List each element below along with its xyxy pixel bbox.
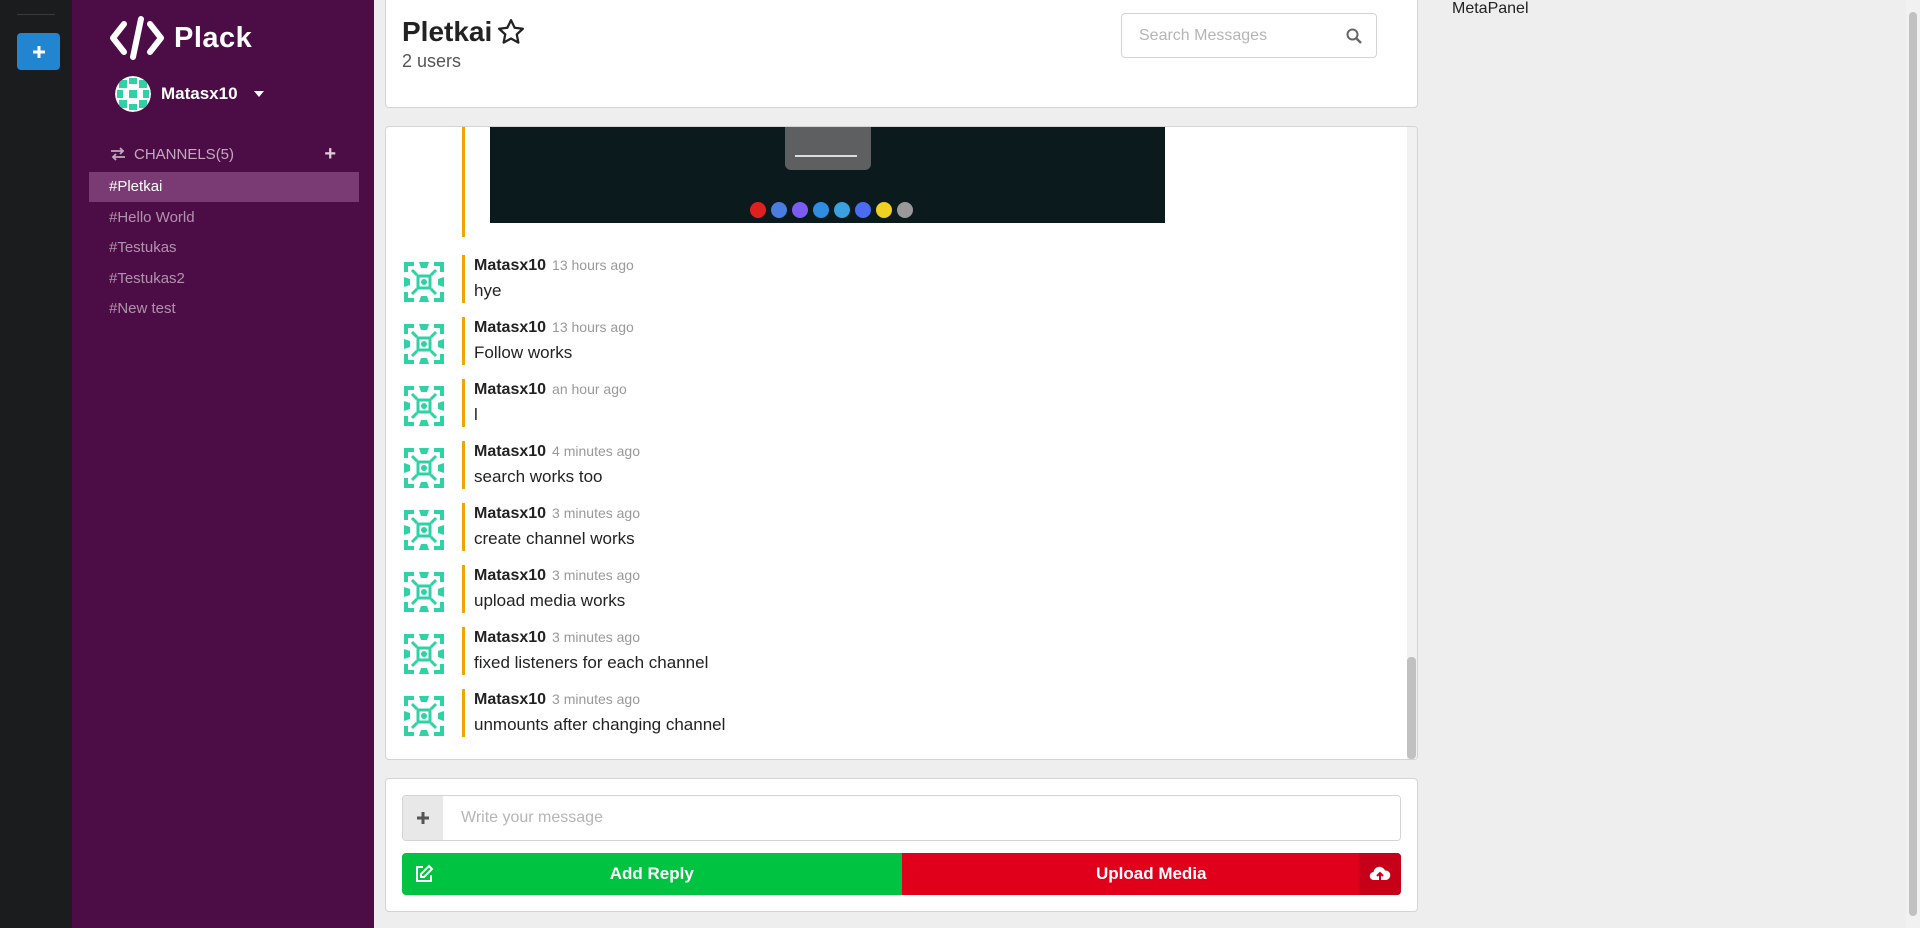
brand: Plack <box>110 16 252 60</box>
message-text: upload media works <box>474 591 626 610</box>
channel-item-hello-world[interactable]: #Hello World <box>89 203 359 233</box>
message-time: 3 minutes ago <box>552 629 640 645</box>
channel-title: Pletkai <box>402 16 493 47</box>
message-text: search works too <box>474 467 603 486</box>
page-scrollbar-thumb[interactable] <box>1909 12 1917 916</box>
message-time: 3 minutes ago <box>552 691 640 707</box>
message-item: Matasx10 3 minutes ago create channel wor… <box>402 503 1362 553</box>
app-name: Plack <box>174 21 253 54</box>
message-time: 13 hours ago <box>552 257 634 273</box>
add-reply-label: Add Reply <box>609 864 694 883</box>
channel-list: #Pletkai #Hello World #Testukas #Testuka… <box>89 172 359 325</box>
message-input[interactable] <box>443 796 1400 840</box>
add-color-button[interactable] <box>17 33 60 70</box>
message-time: 13 hours ago <box>552 319 634 335</box>
message-author: Matasx10 <box>474 505 547 522</box>
message-text: fixed listeners for each channel <box>474 653 709 672</box>
message-avatar <box>402 570 446 614</box>
search-input[interactable] <box>1139 26 1346 45</box>
search-icon[interactable] <box>1346 28 1362 44</box>
message-text: hye <box>474 281 502 300</box>
message-avatar <box>402 632 446 676</box>
message-text: unmounts after changing channel <box>474 715 726 734</box>
screenshot-dock <box>750 202 913 218</box>
add-reply-button[interactable]: Add Reply <box>402 853 902 895</box>
edit-icon <box>416 864 434 882</box>
message-avatar <box>402 322 446 366</box>
add-channel-icon[interactable]: + <box>324 144 336 164</box>
message-author: Matasx10 <box>474 567 547 584</box>
user-dropdown[interactable]: Matasx10 <box>115 76 264 112</box>
message-author: Matasx10 <box>474 381 547 398</box>
channel-item-testukas2[interactable]: #Testukas2 <box>89 264 359 294</box>
message-author: Matasx10 <box>474 443 547 460</box>
star-icon[interactable] <box>496 17 526 47</box>
channel-item-pletkai[interactable]: #Pletkai <box>89 172 359 202</box>
user-name: Matasx10 <box>161 84 238 103</box>
color-panel <box>0 0 72 928</box>
messages-panel: Matasx10 13 hours ago hye Matasx10 13 hour… <box>385 126 1418 760</box>
metapanel-title: MetaPanel <box>1452 0 1529 17</box>
page-scrollbar[interactable] <box>1906 0 1920 928</box>
upload-media-label: Upload Media <box>1095 864 1207 883</box>
caret-down-icon <box>253 91 264 97</box>
message-time: 4 minutes ago <box>552 443 640 459</box>
channels-header: CHANNELS(5) + <box>110 144 336 164</box>
image-message-bar <box>462 127 465 237</box>
message-text: create channel works <box>474 529 635 548</box>
plus-icon <box>32 45 45 58</box>
message-text: l <box>474 405 478 424</box>
sidebar: Plack Matasx10 CHANNELS(5) + #Pletkai #H… <box>72 0 374 928</box>
message-author: Matasx10 <box>474 319 547 336</box>
screenshot-window <box>785 127 871 170</box>
message-avatar <box>402 260 446 304</box>
search-box <box>1121 13 1377 58</box>
message-composer: Add Reply Upload Media <box>385 778 1418 912</box>
message-author: Matasx10 <box>474 257 547 274</box>
message-avatar <box>402 508 446 552</box>
message-item: Matasx10 3 minutes ago fixed listeners fo… <box>402 627 1362 677</box>
channel-item-new-test[interactable]: #New test <box>89 294 359 324</box>
channels-count: (5) <box>215 145 235 163</box>
message-time: 3 minutes ago <box>552 567 640 583</box>
message-item: Matasx10 3 minutes ago upload media works <box>402 565 1362 615</box>
message-input-row <box>402 795 1401 841</box>
message-item: Matasx10 an hour ago l <box>402 379 1362 429</box>
message-avatar <box>402 694 446 738</box>
channels-label: CHANNELS <box>134 145 216 163</box>
cloud-upload-icon <box>1359 853 1401 895</box>
message-time: an hour ago <box>552 381 627 397</box>
composer-buttons: Add Reply Upload Media <box>402 853 1401 895</box>
channel-header: Pletkai 2 users <box>385 0 1418 108</box>
message-avatar <box>402 384 446 428</box>
message-item: Matasx10 13 hours ago Follow works <box>402 317 1362 367</box>
message-item: Matasx10 13 hours ago hye <box>402 255 1362 305</box>
color-panel-divider <box>17 14 55 15</box>
user-count: 2 users <box>402 51 462 71</box>
channel-item-testukas[interactable]: #Testukas <box>89 233 359 263</box>
exchange-icon <box>111 147 125 161</box>
plus-icon <box>417 812 429 824</box>
message-author: Matasx10 <box>474 691 547 708</box>
code-logo-icon <box>110 16 164 60</box>
message-item: Matasx10 4 minutes ago search works too <box>402 441 1362 491</box>
message-avatar <box>402 446 446 490</box>
message-author: Matasx10 <box>474 629 547 646</box>
upload-media-button[interactable]: Upload Media <box>901 853 1401 895</box>
message-text: Follow works <box>474 343 573 362</box>
messages-scrollbar[interactable] <box>1407 127 1417 759</box>
message-item: Matasx10 3 minutes ago unmounts after cha… <box>402 689 1362 739</box>
messages-scrollbar-thumb[interactable] <box>1407 657 1416 759</box>
image-attachment[interactable] <box>490 127 1165 223</box>
message-time: 3 minutes ago <box>552 505 640 521</box>
user-avatar <box>115 76 151 112</box>
add-attachment-button[interactable] <box>403 796 443 840</box>
